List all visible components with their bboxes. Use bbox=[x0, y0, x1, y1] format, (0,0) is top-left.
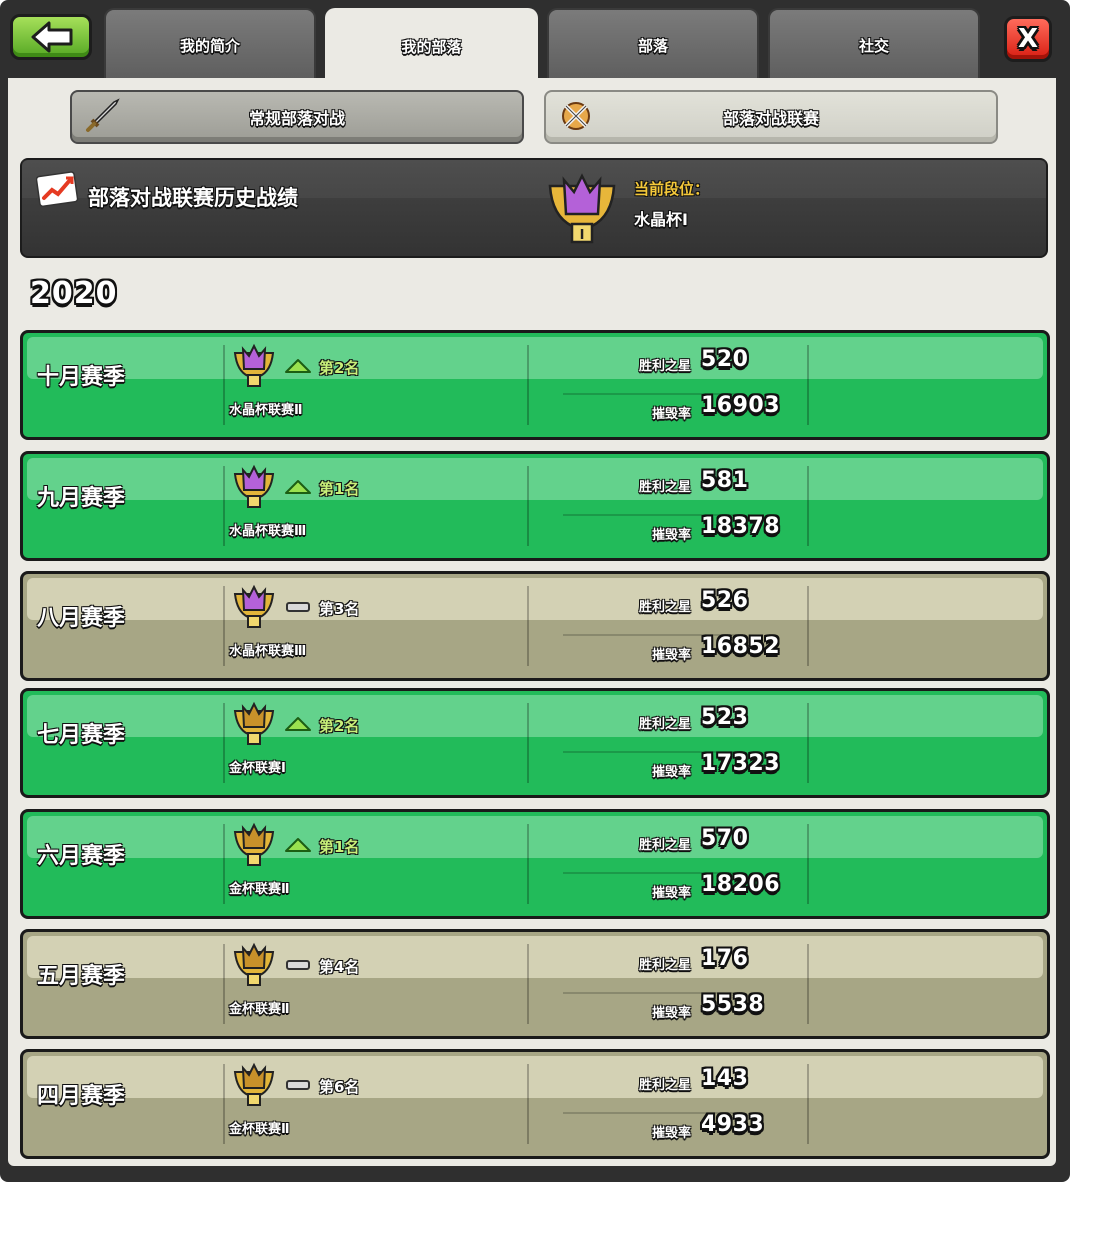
destruction-value: 18206 bbox=[701, 872, 781, 897]
sub-tab-label: 部落对战联赛 bbox=[722, 109, 819, 128]
season-name: 七月赛季 bbox=[37, 723, 126, 748]
promotion-up-icon bbox=[285, 359, 311, 373]
stars-label: 胜利之星 bbox=[638, 600, 691, 615]
stars-value: 526 bbox=[701, 588, 749, 613]
season-row[interactable]: 五月赛季 第4名 金杯联赛Ⅱ 胜利之星 176 摧毁率 5538 bbox=[20, 929, 1050, 1039]
war-league-button[interactable]: 部落对战联赛 bbox=[544, 90, 998, 144]
tab-my-clan[interactable]: 我的部落 bbox=[325, 8, 538, 82]
regular-war-button[interactable]: 常规部落对战 bbox=[70, 90, 524, 144]
tab-label: 我的简介 bbox=[179, 36, 240, 55]
close-button[interactable]: X bbox=[1004, 16, 1052, 62]
league-history-header: 部落对战联赛历史战绩 I 当前段位： 水晶杯Ⅰ bbox=[20, 158, 1048, 258]
league-trophy-icon bbox=[233, 464, 275, 508]
season-rank: 第3名 bbox=[319, 600, 360, 618]
season-name: 六月赛季 bbox=[37, 844, 126, 869]
tab-clans[interactable]: 部落 bbox=[547, 8, 759, 80]
season-name: 十月赛季 bbox=[37, 365, 126, 390]
season-row[interactable]: 八月赛季 第3名 水晶杯联赛Ⅲ 胜利之星 526 摧毁率 16852 bbox=[20, 571, 1050, 681]
season-rank: 第2名 bbox=[319, 359, 360, 377]
season-name: 五月赛季 bbox=[37, 964, 126, 989]
season-row[interactable]: 十月赛季 第2名 水晶杯联赛Ⅱ 胜利之星 520 摧毁率 16903 bbox=[20, 330, 1050, 440]
chart-up-icon bbox=[36, 171, 79, 207]
stars-label: 胜利之星 bbox=[638, 958, 691, 973]
season-rank: 第2名 bbox=[319, 717, 360, 735]
stars-label: 胜利之星 bbox=[638, 717, 691, 732]
league-name: 金杯联赛Ⅱ bbox=[229, 1122, 290, 1137]
back-arrow-icon bbox=[31, 21, 73, 53]
season-name: 九月赛季 bbox=[37, 486, 126, 511]
promotion-up-icon bbox=[285, 838, 311, 852]
tab-label: 我的部落 bbox=[401, 37, 462, 56]
tab-label: 社交 bbox=[858, 36, 889, 55]
league-trophy-icon bbox=[233, 701, 275, 745]
league-name: 金杯联赛Ⅱ bbox=[229, 882, 290, 897]
season-row[interactable]: 七月赛季 第2名 金杯联赛Ⅰ 胜利之星 523 摧毁率 17323 bbox=[20, 688, 1050, 798]
destruction-label: 摧毁率 bbox=[651, 528, 691, 543]
clan-window: 我的简介 我的部落 部落 社交 X 常规部落对战 部落对战联赛 部落对战联赛历史… bbox=[0, 0, 1070, 1182]
league-trophy-icon bbox=[233, 584, 275, 628]
destruction-value: 16903 bbox=[701, 393, 781, 418]
content-panel: 常规部落对战 部落对战联赛 部落对战联赛历史战绩 I 当前段位： 水晶杯Ⅰ 20… bbox=[8, 78, 1056, 1166]
league-name: 水晶杯联赛Ⅱ bbox=[229, 403, 303, 418]
tab-label: 部落 bbox=[637, 36, 668, 55]
season-rank: 第1名 bbox=[319, 838, 360, 856]
stars-value: 581 bbox=[701, 468, 749, 493]
tab-social[interactable]: 社交 bbox=[768, 8, 980, 80]
destruction-value: 4933 bbox=[701, 1112, 765, 1137]
stars-label: 胜利之星 bbox=[638, 838, 691, 853]
season-name: 四月赛季 bbox=[37, 1084, 126, 1109]
tab-my-profile[interactable]: 我的简介 bbox=[104, 8, 316, 80]
sword-icon bbox=[86, 98, 120, 132]
league-name: 金杯联赛Ⅱ bbox=[229, 1002, 290, 1017]
header-title: 部落对战联赛历史战绩 bbox=[88, 186, 298, 210]
current-rank-label: 当前段位： bbox=[634, 180, 710, 198]
destruction-value: 17323 bbox=[701, 751, 781, 776]
league-name: 金杯联赛Ⅰ bbox=[229, 761, 286, 776]
league-trophy-icon bbox=[233, 822, 275, 866]
destruction-label: 摧毁率 bbox=[651, 648, 691, 663]
destruction-label: 摧毁率 bbox=[651, 407, 691, 422]
stars-label: 胜利之星 bbox=[638, 1078, 691, 1093]
crystal-trophy-icon: I bbox=[548, 173, 616, 244]
sub-tab-label: 常规部落对战 bbox=[248, 109, 345, 128]
destruction-value: 16852 bbox=[701, 634, 781, 659]
stars-value: 520 bbox=[701, 347, 749, 372]
back-button[interactable] bbox=[10, 14, 92, 60]
stars-value: 176 bbox=[701, 946, 749, 971]
season-row[interactable]: 九月赛季 第1名 水晶杯联赛Ⅲ 胜利之星 581 摧毁率 18378 bbox=[20, 451, 1050, 561]
promotion-up-icon bbox=[285, 480, 311, 494]
season-row[interactable]: 六月赛季 第1名 金杯联赛Ⅱ 胜利之星 570 摧毁率 18206 bbox=[20, 809, 1050, 919]
rank-stay-icon bbox=[286, 960, 310, 970]
season-name: 八月赛季 bbox=[37, 606, 126, 631]
stars-value: 570 bbox=[701, 826, 749, 851]
svg-text:I: I bbox=[580, 228, 585, 243]
stars-value: 143 bbox=[701, 1066, 749, 1091]
league-name: 水晶杯联赛Ⅲ bbox=[229, 524, 307, 539]
league-trophy-icon bbox=[233, 1062, 275, 1106]
season-rank: 第4名 bbox=[319, 958, 360, 976]
destruction-value: 5538 bbox=[701, 992, 765, 1017]
rank-stay-icon bbox=[286, 602, 310, 612]
destruction-label: 摧毁率 bbox=[651, 1006, 691, 1021]
current-rank-value: 水晶杯Ⅰ bbox=[634, 210, 688, 229]
league-trophy-icon bbox=[233, 343, 275, 387]
destruction-label: 摧毁率 bbox=[651, 765, 691, 780]
season-rank: 第1名 bbox=[319, 480, 360, 498]
season-rank: 第6名 bbox=[319, 1078, 360, 1096]
close-icon: X bbox=[1017, 24, 1039, 54]
crossed-swords-icon bbox=[562, 102, 590, 130]
league-trophy-icon bbox=[233, 942, 275, 986]
season-row[interactable]: 四月赛季 第6名 金杯联赛Ⅱ 胜利之星 143 摧毁率 4933 bbox=[20, 1049, 1050, 1159]
promotion-up-icon bbox=[285, 717, 311, 731]
league-name: 水晶杯联赛Ⅲ bbox=[229, 644, 307, 659]
destruction-label: 摧毁率 bbox=[651, 886, 691, 901]
rank-stay-icon bbox=[286, 1080, 310, 1090]
destruction-label: 摧毁率 bbox=[651, 1126, 691, 1141]
year-label: 2020 bbox=[30, 276, 118, 311]
stars-value: 523 bbox=[701, 705, 749, 730]
stars-label: 胜利之星 bbox=[638, 480, 691, 495]
destruction-value: 18378 bbox=[701, 514, 781, 539]
stars-label: 胜利之星 bbox=[638, 359, 691, 374]
